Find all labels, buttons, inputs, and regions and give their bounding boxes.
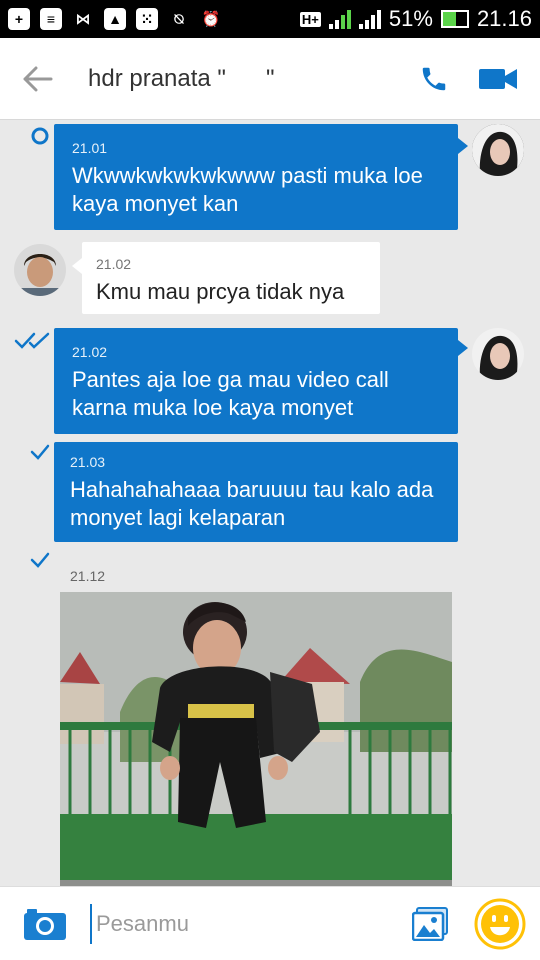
- message-input-bar: [0, 886, 540, 960]
- mute-icon: ⍉: [174, 10, 184, 28]
- message-time: 21.03: [70, 454, 106, 470]
- phone-icon[interactable]: [402, 38, 466, 120]
- signal-icon: [328, 9, 351, 29]
- plus-notification-icon: +: [8, 8, 30, 30]
- outgoing-message[interactable]: 21.03 Hahahahahaaa baruuuu tau kalo ada …: [54, 442, 458, 542]
- my-avatar[interactable]: [472, 124, 524, 176]
- signal-2-icon: [358, 9, 381, 29]
- status-bar: + ≡ ⋈ ▲ ⁙ ⍉ ⏰ H+ 51% 21.16: [0, 0, 540, 38]
- photo-message[interactable]: [60, 592, 452, 886]
- clock: 21.16: [476, 6, 532, 31]
- message-input[interactable]: [90, 903, 390, 944]
- emoji-icon[interactable]: [460, 887, 540, 960]
- message-notification-icon: ≡: [40, 8, 62, 30]
- photo-image: [60, 592, 452, 886]
- bubble-tail: [72, 258, 82, 274]
- double-check-icon: [14, 332, 50, 355]
- bowtie-notification-icon: ⋈: [75, 11, 91, 28]
- message-text: Hahahahahaaa baruuuu tau kalo ada monyet…: [70, 477, 434, 530]
- check-icon: [30, 444, 50, 465]
- message-time: 21.02: [72, 344, 108, 360]
- image-notification-icon: ▲: [104, 8, 126, 30]
- bubble-tail: [458, 340, 468, 356]
- network-type: H+: [299, 11, 321, 27]
- sending-circle-icon: [30, 126, 50, 151]
- gallery-icon[interactable]: [400, 887, 460, 960]
- message-time: 21.01: [72, 140, 108, 156]
- outgoing-message[interactable]: 21.02 Pantes aja loe ga mau video call k…: [54, 328, 458, 434]
- message-text: Kmu mau prcya tidak nya: [96, 279, 345, 304]
- video-camera-icon[interactable]: [466, 38, 530, 120]
- message-time: 21.02: [96, 256, 132, 272]
- camera-icon[interactable]: [0, 887, 90, 960]
- my-avatar[interactable]: [472, 328, 524, 380]
- check-icon: [30, 552, 50, 573]
- chat-area[interactable]: 21.01 Wkwwkwkwkwkwww pasti muka loe kaya…: [0, 120, 540, 886]
- outgoing-message[interactable]: 21.01 Wkwwkwkwkwkwww pasti muka loe kaya…: [54, 124, 458, 230]
- message-time: 21.12: [70, 568, 106, 584]
- chat-header: hdr pranata " ": [0, 38, 540, 120]
- battery-icon: [440, 10, 469, 28]
- incoming-message[interactable]: 21.02 Kmu mau prcya tidak nya: [82, 242, 380, 314]
- back-arrow-icon[interactable]: [10, 38, 66, 120]
- contact-name[interactable]: hdr pranata " ": [88, 65, 402, 93]
- contact-avatar[interactable]: [14, 244, 66, 296]
- message-text: Pantes aja loe ga mau video call karna m…: [72, 367, 389, 420]
- message-text: Wkwwkwkwkwkwww pasti muka loe kaya monye…: [72, 163, 423, 216]
- alarm-icon: ⏰: [201, 11, 221, 28]
- battery-percent: 51%: [388, 6, 433, 31]
- bubble-tail: [458, 138, 468, 154]
- bbm-notification-icon: ⁙: [136, 8, 158, 30]
